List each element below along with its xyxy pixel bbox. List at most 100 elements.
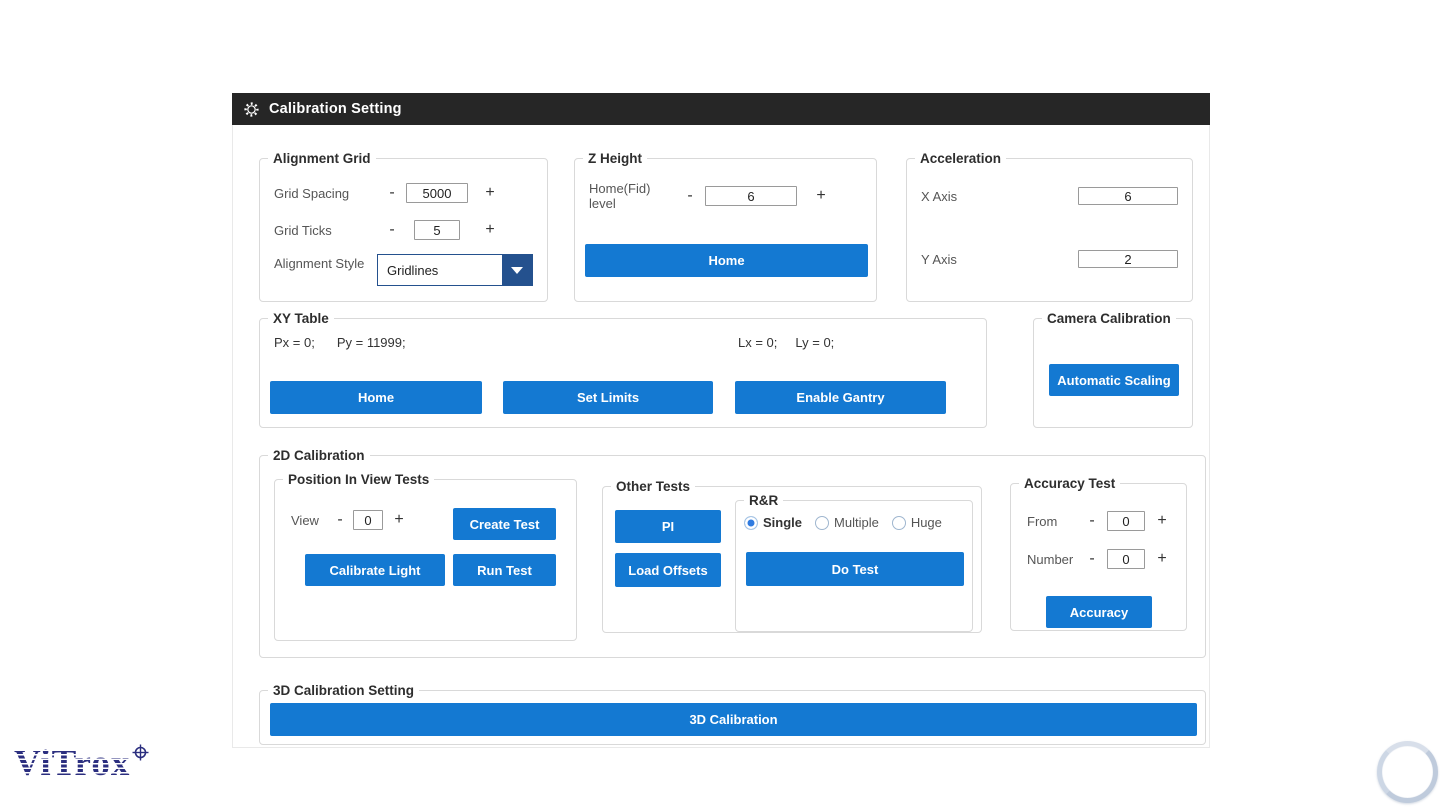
grid-ticks-slot [406,220,468,240]
lx-value: Lx = 0; [738,335,778,350]
grid-ticks-row: Grid Ticks - + [274,220,504,240]
set-limits-button[interactable]: Set Limits [503,381,713,414]
rr-option-huge[interactable]: Huge [891,515,942,530]
xy-home-button[interactable]: Home [270,381,482,414]
y-axis-row: Y Axis [921,250,1178,268]
rr-title: R&R [744,492,784,509]
grid-ticks-decrement[interactable]: - [384,222,400,238]
rr-options: Single Multiple Huge [744,515,942,530]
number-decrement[interactable]: - [1084,551,1100,567]
grid-ticks-input[interactable] [414,220,460,240]
accuracy-button[interactable]: Accuracy [1046,596,1152,628]
z-home-button[interactable]: Home [585,244,868,277]
grid-spacing-decrement[interactable]: - [384,185,400,201]
rr-option-multiple[interactable]: Multiple [815,515,879,530]
px-value: Px = 0; [274,335,315,350]
home-fid-row: Home(Fid) level - + [589,181,836,211]
grid-ticks-increment[interactable]: + [482,222,498,238]
calibration-2d-title: 2D Calibration [268,447,370,464]
radio-icon [815,515,830,530]
camera-calibration-title: Camera Calibration [1042,310,1176,327]
z-height-group: Z Height Home(Fid) level - + Home [574,150,877,302]
grid-spacing-increment[interactable]: + [482,185,498,201]
py-value: Py = 11999; [336,335,406,350]
xy-position-readout: Px = 0; Py = 11999; [274,335,406,350]
do-test-button[interactable]: Do Test [746,552,964,586]
chevron-down-icon [511,266,523,274]
from-row: From - + [1027,511,1177,531]
rr-group: R&R Single Multiple Huge Do Test [735,492,973,632]
gear-icon [244,101,259,117]
alignment-style-row: Alignment Style Gridlines [274,254,533,286]
number-row: Number - + [1027,549,1177,569]
xy-table-title: XY Table [268,310,334,327]
enable-gantry-button[interactable]: Enable Gantry [735,381,946,414]
number-label: Number [1027,551,1074,567]
run-test-button[interactable]: Run Test [453,554,556,586]
acceleration-title: Acceleration [915,150,1007,167]
calibrate-light-button[interactable]: Calibrate Light [305,554,445,586]
xy-table-group: XY Table Px = 0; Py = 11999; Lx = 0; Ly … [259,310,987,428]
z-height-title: Z Height [583,150,647,167]
home-fid-decrement[interactable]: - [682,188,698,204]
calibration-setting-window: Calibration Setting Alignment Grid Grid … [232,93,1210,748]
radio-icon [744,515,758,530]
view-increment[interactable]: + [391,512,407,528]
window-title: Calibration Setting [269,101,402,117]
view-row: View - + [291,510,412,530]
y-axis-input[interactable] [1078,250,1178,268]
acceleration-group: Acceleration X Axis Y Axis [906,150,1193,302]
view-input[interactable] [353,510,383,530]
vitrox-logo-text: ViTrox [14,743,131,784]
from-decrement[interactable]: - [1084,513,1100,529]
alignment-style-value: Gridlines [387,262,439,278]
grid-spacing-label: Grid Spacing [274,185,350,201]
from-label: From [1027,513,1058,529]
x-axis-label: X Axis [921,188,958,204]
rr-option-huge-label: Huge [910,515,942,530]
pi-button[interactable]: PI [615,510,721,543]
y-axis-label: Y Axis [921,251,957,267]
vitrox-logo: ViTrox [14,742,149,786]
automatic-scaling-button[interactable]: Automatic Scaling [1049,364,1179,396]
number-input[interactable] [1107,549,1145,569]
dropdown-button[interactable] [502,255,532,285]
create-test-button[interactable]: Create Test [453,508,556,540]
load-offsets-button[interactable]: Load Offsets [615,553,721,587]
grid-spacing-slot [406,183,468,203]
radio-icon [891,515,906,530]
from-increment[interactable]: + [1154,513,1170,529]
rr-option-multiple-label: Multiple [834,515,879,530]
number-increment[interactable]: + [1154,551,1170,567]
grid-spacing-input[interactable] [406,183,468,203]
from-input[interactable] [1107,511,1145,531]
rr-option-single[interactable]: Single [744,515,802,530]
calibration-3d-button[interactable]: 3D Calibration [270,703,1197,736]
spinner-ring [1377,741,1438,803]
x-axis-row: X Axis [921,187,1178,205]
other-tests-group: Other Tests PI Load Offsets R&R Single M… [602,478,982,633]
home-fid-label: Home(Fid) level [589,181,651,211]
accuracy-test-title: Accuracy Test [1019,475,1121,492]
window-titlebar: Calibration Setting [232,93,1210,125]
alignment-style-dropdown[interactable]: Gridlines [377,254,533,286]
calibration-2d-group: 2D Calibration Position In View Tests Vi… [259,447,1206,658]
ly-value: Ly = 0; [795,335,835,350]
alignment-style-label: Alignment Style [274,256,365,271]
x-axis-input[interactable] [1078,187,1178,205]
calibration-3d-group: 3D Calibration Setting 3D Calibration [259,682,1206,745]
home-fid-input[interactable] [705,186,797,206]
xy-limits-readout: Lx = 0; Ly = 0; [738,335,834,350]
position-in-view-title: Position In View Tests [283,471,435,488]
camera-calibration-group: Camera Calibration Automatic Scaling [1033,310,1193,428]
screen: Calibration Setting Alignment Grid Grid … [0,0,1440,810]
other-tests-title: Other Tests [611,478,696,495]
grid-spacing-row: Grid Spacing - + [274,183,504,203]
alignment-grid-title: Alignment Grid [268,150,376,167]
position-in-view-group: Position In View Tests View - + Create T… [274,471,577,641]
grid-ticks-label: Grid Ticks [274,222,332,238]
home-fid-increment[interactable]: + [813,188,829,204]
crosshair-icon [132,744,149,761]
view-decrement[interactable]: - [332,512,348,528]
view-label: View [291,512,319,528]
